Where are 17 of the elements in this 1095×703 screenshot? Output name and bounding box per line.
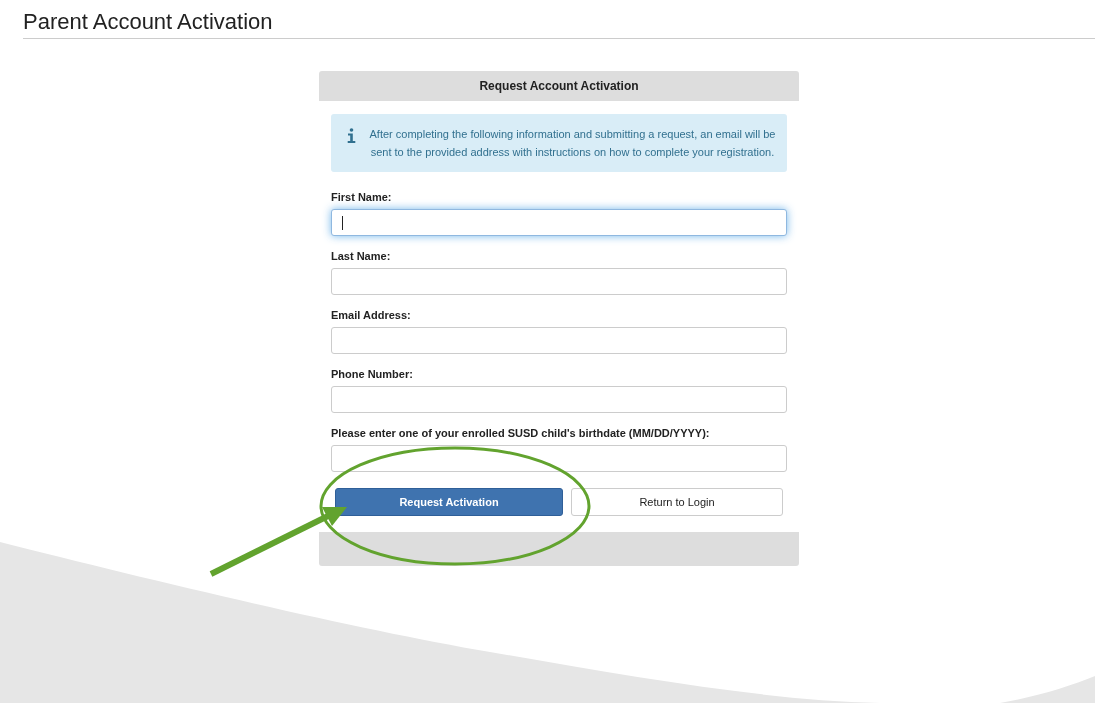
field-label: Please enter one of your enrolled SUSD child's birthdate (MM/DD/YYYY):: [331, 426, 711, 440]
field-label: Phone Number:: [331, 367, 414, 381]
input-field[interactable]: [331, 209, 787, 236]
input-field[interactable]: [331, 386, 787, 413]
input-field[interactable]: [331, 445, 787, 472]
field-label: Last Name:: [331, 249, 392, 263]
card-title: Request Account Activation: [479, 78, 639, 95]
text-cursor-icon: [342, 216, 343, 230]
info-icon: [347, 128, 356, 143]
info-message: After completing the following information and submitting a request, an email will be sent to the provided address with instructions on how to complete your registration.: [368, 127, 777, 160]
input-field[interactable]: [331, 327, 787, 354]
field-label: Email Address:: [331, 308, 412, 322]
page-title: Parent Account Activation: [23, 8, 273, 36]
request-activation-button[interactable]: Request Activation: [335, 488, 563, 516]
return-to-login-button[interactable]: Return to Login: [571, 488, 783, 516]
input-field[interactable]: [331, 268, 787, 295]
field-label: First Name:: [331, 190, 393, 204]
